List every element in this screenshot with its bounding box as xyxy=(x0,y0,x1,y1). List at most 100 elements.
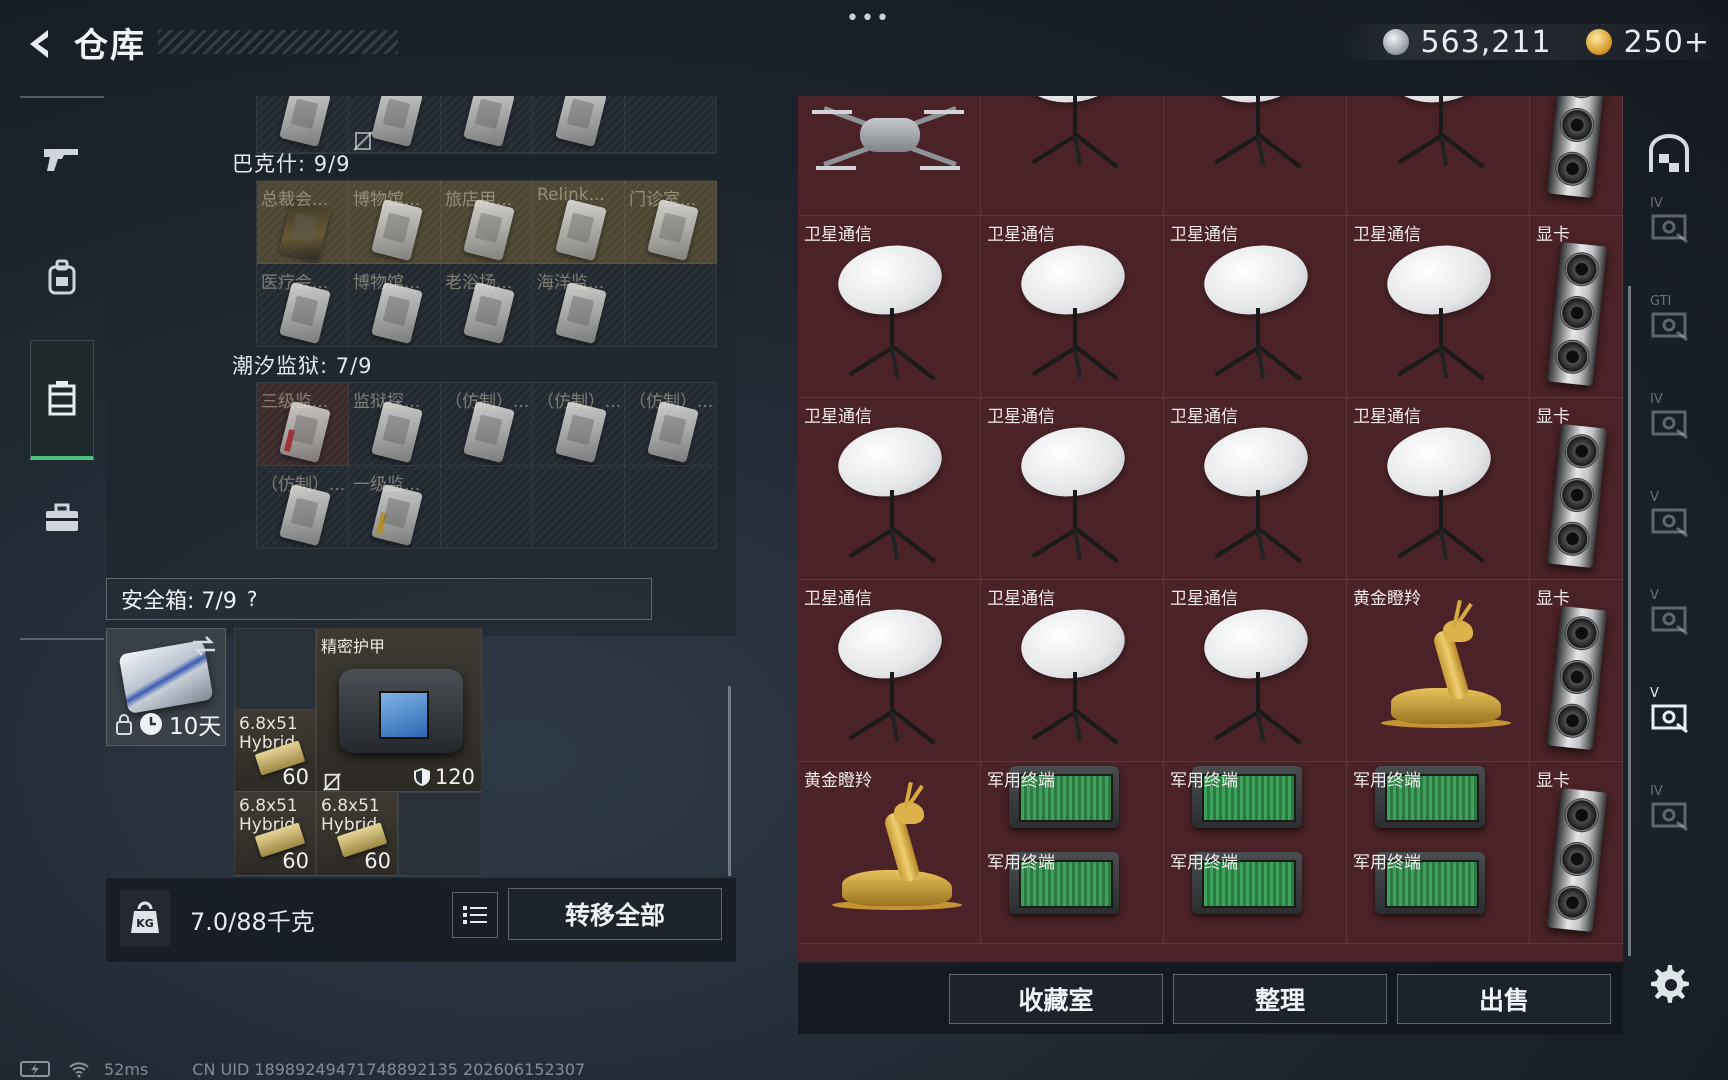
storage-item-dish[interactable]: 卫星通信 xyxy=(798,216,981,398)
storage-item-terminal[interactable]: 军用终端 军用终端 xyxy=(981,762,1164,944)
nav-item-container[interactable] xyxy=(30,340,94,460)
status-bar: 52ms CN UID 18989249471748892135 2026061… xyxy=(20,1058,585,1080)
storage-item-dish[interactable]: 卫星通信 xyxy=(1347,216,1530,398)
grid-cell-empty[interactable] xyxy=(441,466,533,549)
item-label: 卫星通信 xyxy=(987,589,1055,609)
storage-item-dish[interactable]: 卫星通信 xyxy=(798,398,981,580)
transfer-all-button[interactable]: 转移全部 xyxy=(508,888,722,940)
help-icon[interactable]: ? xyxy=(247,587,258,611)
storage-item-dish[interactable]: 卫星通信 xyxy=(798,580,981,762)
keycard-slot[interactable]: 医疗会... xyxy=(257,264,349,347)
safe-case-slot[interactable]: 10天 xyxy=(106,628,226,746)
storage-tab[interactable]: V xyxy=(1640,684,1698,744)
safe-case-timer: 10天 xyxy=(115,707,221,741)
keycard-slot[interactable]: （仿制）... xyxy=(441,383,533,466)
keycard-slot[interactable]: 海洋监... xyxy=(533,264,625,347)
storage-item-dish[interactable]: 卫星通信 xyxy=(1164,216,1347,398)
storage-item-deer[interactable]: 黄金瞪羚 xyxy=(1347,580,1530,762)
keycard-slot[interactable]: （仿制）... xyxy=(257,466,349,549)
keycard-slot[interactable]: 总裁会... xyxy=(257,181,349,264)
keycard-slot[interactable]: 博物馆... xyxy=(349,264,441,347)
storage-tab[interactable]: V xyxy=(1640,488,1698,548)
keycard-image xyxy=(555,198,607,262)
backpack-footer: KG 7.0/88千克 转移全部 xyxy=(106,878,736,962)
keycard-slot[interactable]: 一级监... xyxy=(349,466,441,549)
storage-item-terminal[interactable]: 军用终端 军用终端 xyxy=(1164,762,1347,944)
item-label: 卫星通信 xyxy=(1353,225,1421,245)
storage-tab-garage[interactable] xyxy=(1640,124,1698,184)
storage-item-deer[interactable]: 黄金瞪羚 xyxy=(798,762,981,944)
ammo-count: 60 xyxy=(364,849,391,873)
swap-icon[interactable] xyxy=(191,635,217,657)
storage-scrollbar[interactable] xyxy=(1628,286,1631,956)
nav-item-briefcase[interactable] xyxy=(30,478,94,558)
storage-item-dish[interactable]: 卫星通信 xyxy=(981,216,1164,398)
satellite-dish-image xyxy=(1382,96,1497,179)
keycard-slot[interactable]: 监狱探... xyxy=(349,383,441,466)
storage-item-gpu[interactable]: 显卡 xyxy=(1530,762,1623,944)
no-use-icon xyxy=(323,773,341,791)
storage-tab[interactable]: IV xyxy=(1640,782,1698,842)
storage-item-drone[interactable] xyxy=(798,96,981,216)
storage-tab[interactable]: IV xyxy=(1640,390,1698,450)
nav-item-weapons[interactable] xyxy=(30,118,94,198)
storage-item-dish[interactable]: 卫星通信 xyxy=(1164,580,1347,762)
storage-item-gpu[interactable]: 显卡 xyxy=(1530,216,1623,398)
keycard-slot[interactable]: 三级监... xyxy=(257,383,349,466)
gold-currency-value[interactable]: 250+ xyxy=(1624,25,1710,60)
storage-item-dish[interactable] xyxy=(1347,96,1530,216)
safe-slot-empty[interactable] xyxy=(234,628,316,710)
keycard-slot[interactable]: 博物馆... xyxy=(349,181,441,264)
grid-cell[interactable] xyxy=(257,96,349,153)
keycard-label: Relink... xyxy=(537,185,605,205)
sell-button[interactable]: 出售 xyxy=(1397,974,1611,1024)
storage-item-terminal[interactable]: 军用终端 军用终端 xyxy=(1347,762,1530,944)
weight-button[interactable]: KG xyxy=(120,890,170,946)
storage-item-dish[interactable]: 卫星通信 xyxy=(1347,398,1530,580)
item-label: 显卡 xyxy=(1536,589,1570,609)
grid-cell-empty[interactable] xyxy=(533,466,625,549)
safe-slot-ammo[interactable]: 6.8x51 Hybrid 60 xyxy=(234,710,316,792)
safe-slot-ammo[interactable]: 6.8x51 Hybrid 60 xyxy=(316,792,398,876)
keycard-slot[interactable]: 门诊室... xyxy=(625,181,717,264)
storage-tab-tag: V xyxy=(1650,588,1659,603)
item-label: 卫星通信 xyxy=(987,407,1055,427)
item-label: 卫星通信 xyxy=(1170,589,1238,609)
keycard-slot[interactable]: Relink... xyxy=(533,181,625,264)
backpack-scrollbar[interactable] xyxy=(728,686,731,876)
grid-cell[interactable] xyxy=(441,96,533,153)
storage-tab[interactable]: IV xyxy=(1640,194,1698,254)
back-button[interactable] xyxy=(20,24,60,64)
storage-item-dish[interactable]: 卫星通信 xyxy=(981,580,1164,762)
list-view-button[interactable] xyxy=(452,892,498,938)
nav-item-backpack[interactable] xyxy=(30,238,94,318)
collection-room-button[interactable]: 收藏室 xyxy=(949,974,1163,1024)
storage-tab-tag: IV xyxy=(1650,784,1663,799)
storage-item-dish[interactable] xyxy=(981,96,1164,216)
storage-item-dish[interactable] xyxy=(1164,96,1347,216)
safe-slot-empty[interactable] xyxy=(398,792,482,876)
grid-cell-empty[interactable] xyxy=(625,466,717,549)
storage-tab[interactable]: GTI xyxy=(1640,292,1698,352)
storage-item-gpu[interactable]: 显卡 xyxy=(1530,398,1623,580)
storage-tab[interactable]: V xyxy=(1640,586,1698,646)
sort-button[interactable]: 整理 xyxy=(1173,974,1387,1024)
graphics-card-image xyxy=(1546,423,1608,569)
grid-cell[interactable] xyxy=(625,96,717,153)
storage-item-dish[interactable]: 卫星通信 xyxy=(981,398,1164,580)
keycard-slot[interactable]: （仿制）... xyxy=(625,383,717,466)
safe-slot-armor[interactable]: 精密护甲 120 xyxy=(316,628,482,792)
keycard-slot[interactable]: （仿制）... xyxy=(533,383,625,466)
keycard-slot[interactable]: 老浴场... xyxy=(441,264,533,347)
storage-item-dish[interactable]: 卫星通信 xyxy=(1164,398,1347,580)
storage-item-gpu[interactable] xyxy=(1530,96,1623,216)
grid-cell-empty[interactable] xyxy=(625,264,717,347)
more-menu-button[interactable]: ••• xyxy=(846,6,891,31)
settings-button[interactable] xyxy=(1646,960,1696,1010)
grid-cell[interactable] xyxy=(533,96,625,153)
title-wrap: 仓库 xyxy=(74,22,398,66)
keycard-slot[interactable]: 旅店用... xyxy=(441,181,533,264)
safe-slot-ammo[interactable]: 6.8x51 Hybrid 60 xyxy=(234,792,316,876)
item-label: 军用终端 xyxy=(987,771,1055,791)
storage-item-gpu[interactable]: 显卡 xyxy=(1530,580,1623,762)
